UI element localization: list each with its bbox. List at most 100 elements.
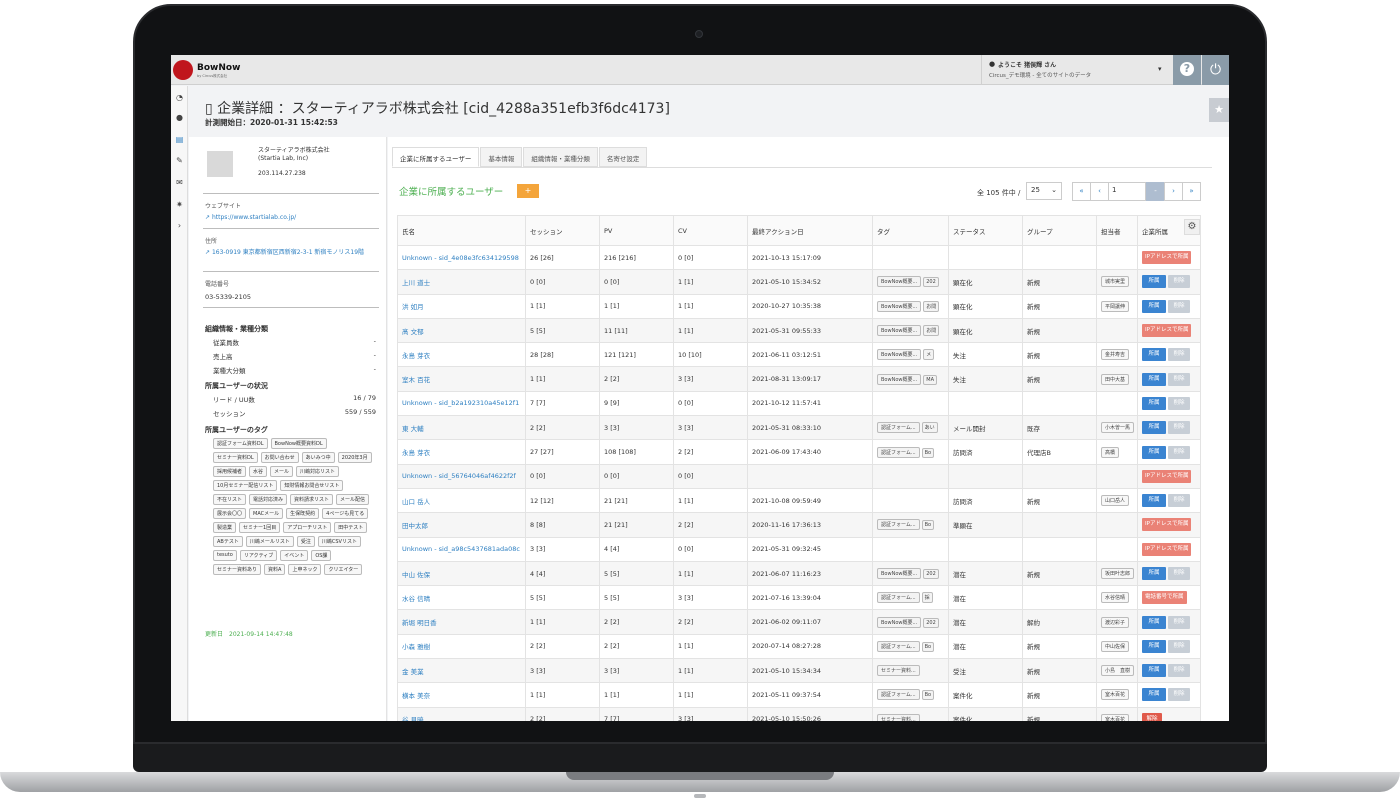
table-row[interactable]: 水谷 信晴 5 [5] 5 [5] 3 [3] 2021-07-16 13:39:04 認… xyxy=(397,585,1201,611)
user-name-link[interactable]: 山口 岳人 xyxy=(397,487,526,514)
tag-chip[interactable]: あいみつ中 xyxy=(301,452,335,463)
address-link[interactable]: ↗ 163-0919 東京都新宿区西新宿2-3-1 新宿モノリス19階 xyxy=(205,249,381,257)
col-owner[interactable]: 担当者 xyxy=(1096,215,1138,246)
dashboard-icon[interactable]: ◔ xyxy=(174,92,185,103)
user-name-link[interactable]: 髙 文郁 xyxy=(397,317,526,344)
tag-chip[interactable]: 認証フォーム... xyxy=(877,689,920,701)
table-row[interactable]: Unknown - sid_56764046af4622f2f 0 [0] 0 [0… xyxy=(397,463,1201,489)
table-row[interactable]: 東 大輔 2 [2] 3 [3] 3 [3] 2021-05-31 08:33:10 認証… xyxy=(397,415,1201,441)
tag-chip[interactable]: アプローチリスト xyxy=(283,522,332,533)
tag-chip[interactable]: 認証フォーム資料DL xyxy=(213,438,268,449)
tag-chip[interactable]: メ xyxy=(923,349,935,361)
affiliate-button[interactable]: 所属 xyxy=(1142,299,1166,313)
tag-chip[interactable]: 2020年3月 xyxy=(337,452,372,463)
tag-chip[interactable]: 資料A xyxy=(264,564,286,575)
release-button[interactable]: 解除 xyxy=(1142,712,1162,721)
table-row[interactable]: Unknown - sid_a98c5437681ada08c 3 [3] 4 [4… xyxy=(397,536,1201,562)
tag-chip[interactable]: 田中テスト xyxy=(334,522,368,533)
tag-chip[interactable]: BowNow概要... xyxy=(877,349,922,361)
tag-chip[interactable]: 川嶋対応リスト xyxy=(296,466,340,477)
user-name-link[interactable]: 小森 雅樹 xyxy=(397,633,526,660)
tab-company-users[interactable]: 企業に所属するユーザー xyxy=(392,147,480,167)
user-name-link[interactable]: 谷 見暁 xyxy=(397,706,526,721)
person-icon[interactable]: ● xyxy=(174,112,185,123)
tag-chip[interactable]: tesuto xyxy=(213,550,237,561)
affiliate-button[interactable]: 所属 xyxy=(1142,396,1166,410)
tag-chip[interactable]: メール配信 xyxy=(336,494,370,505)
col-session[interactable]: セッション xyxy=(525,215,600,246)
table-row[interactable]: 中山 佐保 4 [4] 5 [5] 1 [1] 2021-06-07 11:16:23 B… xyxy=(397,560,1201,587)
table-row[interactable]: 山口 岳人 12 [12] 21 [21] 1 [1] 2021-10-08 09:59… xyxy=(397,487,1201,514)
mail-icon[interactable]: ✉ xyxy=(174,177,185,188)
tag-chip[interactable]: 知財情報お問合せリスト xyxy=(280,480,344,491)
tag-chip[interactable]: セミナー資料DL xyxy=(213,452,258,463)
delete-button[interactable]: 削除 xyxy=(1168,299,1190,313)
tag-chip[interactable]: セミナー資料... xyxy=(877,665,920,677)
delete-button[interactable]: 削除 xyxy=(1168,567,1190,580)
col-tag[interactable]: タグ xyxy=(872,215,949,246)
affiliate-button[interactable]: 所属 xyxy=(1142,275,1166,289)
first-page-button[interactable]: « xyxy=(1072,182,1091,201)
ip-affiliation-badge[interactable]: IPアドレスで所属 xyxy=(1142,542,1192,556)
ip-affiliation-badge[interactable]: IPアドレスで所属 xyxy=(1142,518,1192,532)
affiliate-button[interactable]: 所属 xyxy=(1142,639,1166,653)
tab-basic-info[interactable]: 基本情報 xyxy=(480,147,523,167)
tag-chip[interactable]: BowNow概要... xyxy=(877,300,922,312)
ip-affiliation-badge[interactable]: IPアドレスで所属 xyxy=(1142,469,1192,483)
affiliate-button[interactable]: 所属 xyxy=(1142,664,1166,678)
table-row[interactable]: 金 美業 3 [3] 3 [3] 1 [1] 2021-05-10 15:34:34 セミ… xyxy=(397,658,1201,684)
table-row[interactable]: 永島 芽衣 27 [27] 108 [108] 2 [2] 2021-06-09 17:… xyxy=(397,439,1201,465)
tag-chip[interactable]: メール xyxy=(270,466,294,477)
user-name-link[interactable]: Unknown - sid_b2a192310a45e12f1 xyxy=(397,390,526,417)
tag-chip[interactable]: Bo xyxy=(921,447,935,458)
brand-name[interactable]: BowNow xyxy=(197,63,240,73)
table-row[interactable]: 髙 文郁 5 [5] 11 [11] 1 [1] 2021-05-31 09:55:33… xyxy=(397,317,1201,344)
tag-chip[interactable]: 認証フォーム... xyxy=(877,422,920,434)
affiliate-button[interactable]: 所属 xyxy=(1142,372,1166,386)
user-name-link[interactable]: Unknown - sid_a98c5437681ada08c xyxy=(397,536,526,562)
tag-chip[interactable]: クリエイター xyxy=(324,564,363,575)
table-row[interactable]: 上川 道士 0 [0] 0 [0] 1 [1] 2021-05-10 15:34:52 B… xyxy=(397,269,1201,295)
table-row[interactable]: Unknown - sid_b2a192310a45e12f1 7 [7] 9 [9… xyxy=(397,390,1201,417)
delete-button[interactable]: 削除 xyxy=(1168,664,1190,678)
last-page-button[interactable]: » xyxy=(1182,182,1201,201)
tag-chip[interactable]: 川嶋メールリスト xyxy=(245,536,294,547)
tag-chip[interactable]: 受注 xyxy=(296,536,315,547)
tag-chip[interactable]: 202 xyxy=(923,617,939,628)
col-status[interactable]: ステータス xyxy=(948,215,1023,246)
tab-org-info[interactable]: 組織情報・業種分類 xyxy=(523,147,598,167)
tag-chip[interactable]: 採 xyxy=(921,592,933,604)
phone-affiliation-badge[interactable]: 電話番号で所属 xyxy=(1142,591,1187,605)
per-page-select[interactable]: 25 ⌄ xyxy=(1026,182,1062,200)
user-name-link[interactable]: 中山 佐保 xyxy=(397,560,526,587)
tag-chip[interactable]: 展示会〇〇 xyxy=(213,508,247,519)
table-row[interactable]: 永島 芽衣 28 [28] 121 [121] 10 [10] 2021-06-11 0… xyxy=(397,342,1201,368)
table-row[interactable]: 新堀 明日香 1 [1] 2 [2] 2 [2] 2021-06-02 09:11:07… xyxy=(397,609,1201,635)
tag-chip[interactable]: ABテスト xyxy=(213,536,243,547)
col-last-action[interactable]: 最終アクション日 xyxy=(747,215,873,246)
tag-chip[interactable]: BowNow概要... xyxy=(877,616,922,628)
tag-chip[interactable]: 認証フォーム... xyxy=(877,592,920,604)
table-row[interactable]: 田中太郎 8 [8] 21 [21] 2 [2] 2020-11-16 17:36:13… xyxy=(397,512,1201,538)
user-name-link[interactable]: 洪 如月 xyxy=(397,293,526,319)
user-name-link[interactable]: 横本 美奈 xyxy=(397,682,526,708)
col-group[interactable]: グループ xyxy=(1022,215,1097,246)
tag-chip[interactable]: MACメール xyxy=(249,508,284,519)
delete-button[interactable]: 削除 xyxy=(1168,396,1190,410)
user-name-link[interactable]: 田中太郎 xyxy=(397,512,526,538)
delete-button[interactable]: 削除 xyxy=(1168,421,1190,435)
tag-chip[interactable]: 認証フォーム... xyxy=(877,640,920,652)
delete-button[interactable]: 削除 xyxy=(1168,348,1190,362)
user-name-link[interactable]: 東 大輔 xyxy=(397,415,526,441)
user-name-link[interactable]: 水谷 信晴 xyxy=(397,585,526,611)
delete-button[interactable]: 削除 xyxy=(1168,494,1190,508)
user-name-link[interactable]: 新堀 明日香 xyxy=(397,609,526,635)
prev-page-button[interactable]: ‹ xyxy=(1090,182,1109,201)
tag-chip[interactable]: 認証フォーム... xyxy=(877,446,920,458)
help-button[interactable]: ? xyxy=(1173,55,1201,85)
affiliate-button[interactable]: 所属 xyxy=(1142,348,1166,362)
tag-chip[interactable]: 生保既契約 xyxy=(286,508,320,519)
tag-chip[interactable]: 202 xyxy=(923,569,939,579)
tag-chip[interactable]: 4ページも見てる xyxy=(322,508,369,519)
user-menu[interactable]: ● ようこそ 猪俣輝 さん Circus_デモ環境 - 全てのサイトのデータ ▾ xyxy=(981,55,1167,85)
